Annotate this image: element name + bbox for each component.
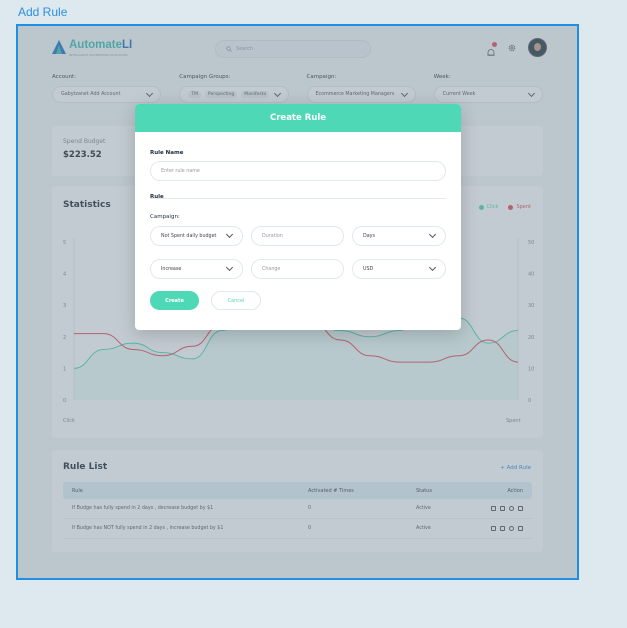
rule-name-label: Rule Name <box>150 150 184 156</box>
input-placeholder: Enter rule name <box>161 168 200 174</box>
select-value: Not Spent daily budget <box>161 233 217 239</box>
chevron-down-icon <box>428 263 437 272</box>
app-frame: AutomateLI INTELLIGENT ADVERTISING SOLUT… <box>16 24 579 580</box>
input-placeholder: Change <box>262 266 281 272</box>
page-label: Add Rule <box>18 5 68 19</box>
divider <box>150 198 446 199</box>
rule-name-input[interactable]: Enter rule name <box>150 161 446 181</box>
input-placeholder: Duration <box>262 233 283 239</box>
create-rule-modal: Create Rule Rule Name Enter rule name Ru… <box>135 104 461 330</box>
select-value: Increase <box>161 266 182 272</box>
duration-unit-select[interactable]: Days <box>352 226 446 246</box>
rule-section-label: Rule <box>150 194 164 200</box>
select-value: USD <box>363 266 374 272</box>
currency-select[interactable]: USD <box>352 259 446 279</box>
campaign-label: Campaign: <box>150 214 180 220</box>
select-value: Days <box>363 233 375 239</box>
modal-title: Create Rule <box>135 104 461 132</box>
action-select[interactable]: Increase <box>150 259 243 279</box>
create-button[interactable]: Create <box>150 291 199 310</box>
change-input[interactable]: Change <box>251 259 344 279</box>
chevron-down-icon <box>225 230 234 239</box>
duration-input[interactable]: Duration <box>251 226 344 246</box>
chevron-down-icon <box>428 230 437 239</box>
chevron-down-icon <box>225 263 234 272</box>
cancel-button[interactable]: Cancel <box>211 291 261 310</box>
condition-select[interactable]: Not Spent daily budget <box>150 226 243 246</box>
